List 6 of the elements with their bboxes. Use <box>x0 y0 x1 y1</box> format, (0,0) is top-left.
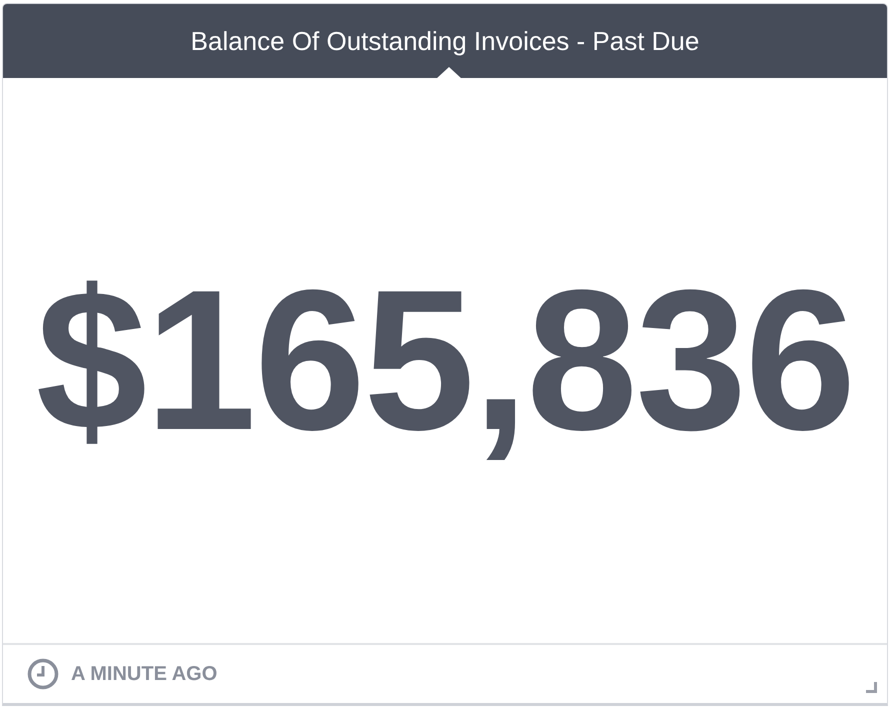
pointer-notch-icon <box>436 67 462 79</box>
metric-value: $165,836 <box>36 260 854 460</box>
last-updated-text: A MINUTE AGO <box>71 662 218 686</box>
resize-handle-icon[interactable] <box>866 682 877 693</box>
widget-title: Balance Of Outstanding Invoices - Past Due <box>190 26 700 56</box>
clock-icon <box>27 658 59 690</box>
